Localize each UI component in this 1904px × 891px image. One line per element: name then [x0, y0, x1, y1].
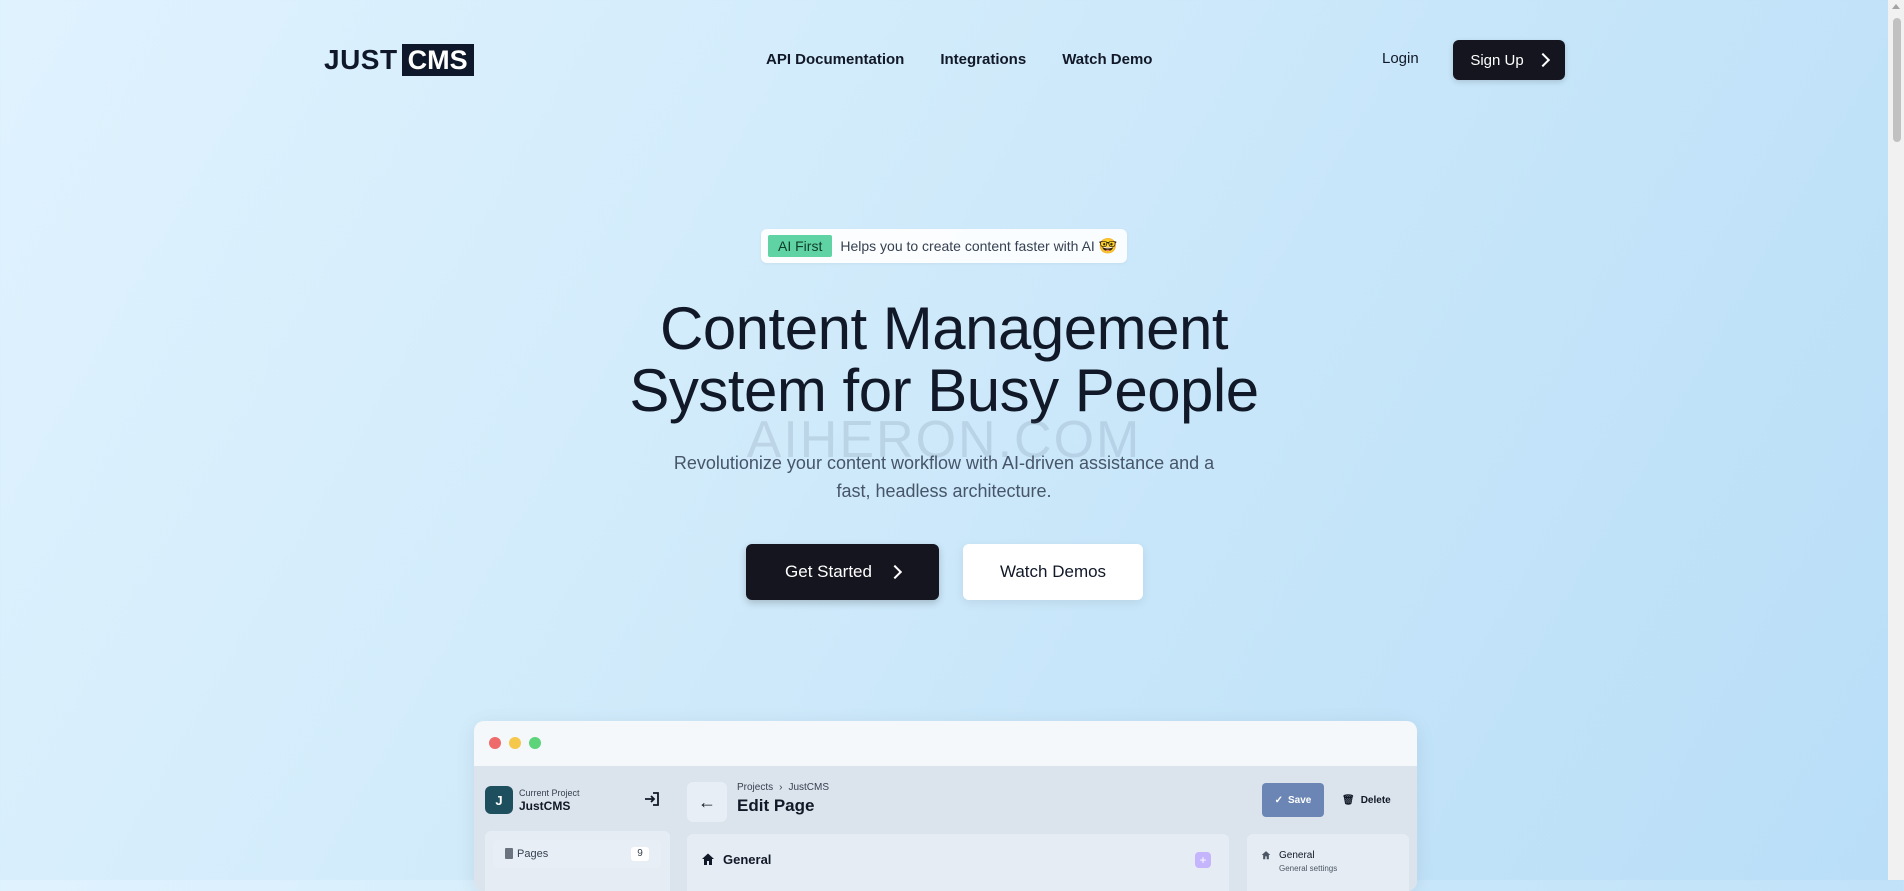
sidebar-item-pages[interactable]: Pages 9	[493, 840, 661, 868]
logo-just: JUST	[324, 44, 398, 75]
login-link[interactable]: Login	[1382, 50, 1419, 67]
main-nav: API Documentation Integrations Watch Dem…	[766, 51, 1152, 68]
logo[interactable]: JUST CMS	[324, 44, 474, 76]
settings-panel-subtitle: General settings	[1279, 864, 1338, 873]
save-button[interactable]: ✓ Save	[1262, 783, 1324, 817]
hero-headline: Content Management System for Busy Peopl…	[0, 298, 1888, 422]
delete-button[interactable]: 🗑 Delete	[1336, 783, 1397, 817]
ai-sparkle-icon[interactable]: +	[1195, 852, 1211, 868]
sidebar-item-label: Pages	[517, 848, 549, 860]
badge-text: Helps you to create content faster with …	[840, 238, 1095, 254]
sign-up-label: Sign Up	[1470, 51, 1524, 69]
trash-icon: 🗑	[1342, 794, 1355, 806]
headline-line-2: System for Busy People	[629, 357, 1259, 424]
get-started-label: Get Started	[785, 562, 872, 581]
scrollbar-thumb[interactable]	[1893, 18, 1901, 142]
app-preview-window: J Current Project JustCMS Pages 9 ← Proj…	[474, 721, 1417, 891]
breadcrumb: Projects › JustCMS	[737, 782, 829, 793]
badge-tag: AI First	[768, 235, 833, 257]
headline-line-1: Content Management	[659, 295, 1229, 362]
home-icon	[1261, 851, 1271, 860]
enter-icon[interactable]	[644, 791, 660, 807]
general-section-card: General +	[687, 834, 1229, 891]
project-caption: Current Project	[519, 788, 580, 798]
document-icon	[505, 848, 513, 859]
scroll-up-arrow-icon[interactable]	[1892, 4, 1900, 9]
back-arrow-button[interactable]: ←	[687, 782, 727, 822]
watch-demos-button[interactable]: Watch Demos	[963, 544, 1143, 600]
hero-subhead: Revolutionize your content workflow with…	[673, 453, 1215, 501]
home-icon	[702, 853, 714, 865]
window-close-dot	[489, 737, 501, 749]
settings-panel-title: General	[1279, 850, 1315, 861]
breadcrumb-separator-icon: ›	[779, 782, 783, 793]
page-title: Edit Page	[737, 796, 815, 815]
nav-watch-demo[interactable]: Watch Demo	[1062, 51, 1152, 68]
chevron-right-icon	[887, 564, 903, 580]
nav-integrations[interactable]: Integrations	[940, 51, 1026, 68]
pages-count-badge: 9	[631, 847, 649, 861]
project-name: JustCMS	[519, 799, 571, 813]
logo-cms: CMS	[401, 44, 474, 76]
nav-api-documentation[interactable]: API Documentation	[766, 51, 904, 68]
page-scrollbar[interactable]	[1888, 0, 1904, 880]
ai-first-badge: AI First Helps you to create content fas…	[761, 229, 1127, 263]
window-maximize-dot	[529, 737, 541, 749]
window-minimize-dot	[509, 737, 521, 749]
project-avatar[interactable]: J	[485, 786, 513, 814]
section-title: General	[723, 852, 772, 867]
breadcrumb-projects[interactable]: Projects	[737, 782, 773, 793]
check-icon: ✓	[1274, 794, 1284, 806]
chevron-right-icon	[1535, 52, 1550, 68]
nerd-face-icon: 🤓	[1098, 238, 1118, 255]
arrow-left-icon: ←	[698, 791, 716, 812]
save-label: Save	[1288, 794, 1312, 806]
get-started-button[interactable]: Get Started	[746, 544, 939, 600]
sign-up-button[interactable]: Sign Up	[1453, 40, 1565, 80]
breadcrumb-current[interactable]: JustCMS	[788, 782, 829, 793]
settings-panel[interactable]: General General settings	[1247, 834, 1409, 891]
delete-label: Delete	[1360, 794, 1391, 806]
app-screen: J Current Project JustCMS Pages 9 ← Proj…	[474, 766, 1417, 891]
